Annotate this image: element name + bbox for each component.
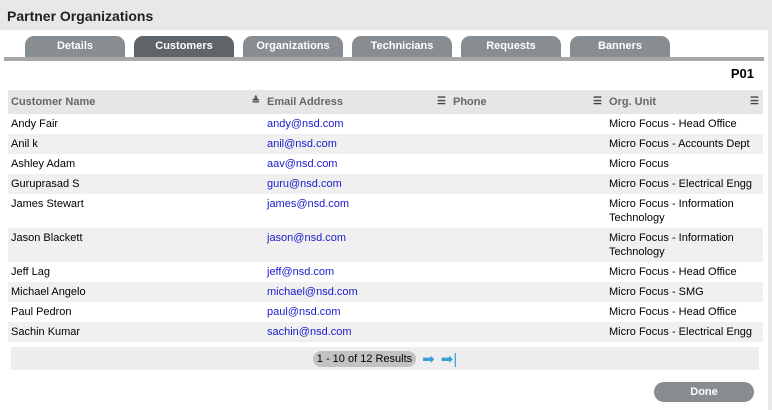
email-link[interactable]: guru@nsd.com <box>267 178 342 190</box>
results-summary: 1 - 10 of 12 Results <box>312 350 417 367</box>
org-unit: Micro Focus - Electrical Engg <box>606 322 763 342</box>
customer-name: Michael Angelo <box>8 282 264 302</box>
sort-asc-icon[interactable]: ≜ <box>252 96 260 107</box>
customer-name: Jeff Lag <box>11 266 50 278</box>
email-cell: james@nsd.com <box>264 194 450 228</box>
email-link[interactable]: sachin@nsd.com <box>267 326 352 338</box>
email-link[interactable]: paul@nsd.com <box>267 306 341 318</box>
customer-name: Guruprasad S <box>8 174 264 194</box>
email-cell: guru@nsd.com <box>264 174 450 194</box>
tab-bar: Details Customers Organizations Technici… <box>25 36 670 57</box>
email-link[interactable]: james@nsd.com <box>267 198 349 210</box>
page-title: Partner Organizations <box>0 0 768 30</box>
email-cell: anil@nsd.com <box>264 134 450 154</box>
tab-banners[interactable]: Banners <box>570 36 670 57</box>
phone <box>450 302 606 322</box>
table-row[interactable]: Paul Pedron paul@nsd.com Micro Focus - H… <box>8 302 763 322</box>
org-unit: Micro Focus - Information Technology <box>609 198 734 224</box>
phone <box>450 194 606 228</box>
email-link[interactable]: michael@nsd.com <box>267 286 358 298</box>
tab-organizations[interactable]: Organizations <box>243 36 343 57</box>
email-cell: jeff@nsd.com <box>264 262 450 282</box>
tab-divider <box>4 57 764 61</box>
customer-name: Sachin Kumar <box>8 322 264 342</box>
column-label: Customer Name <box>11 96 96 108</box>
phone <box>450 114 606 134</box>
email-cell: michael@nsd.com <box>264 282 450 302</box>
customer-name: Anil k <box>8 134 264 154</box>
phone <box>450 134 606 154</box>
email-cell: jason@nsd.com <box>264 228 450 262</box>
org-code: P01 <box>730 66 754 81</box>
table-row[interactable]: Guruprasad S guru@nsd.com Micro Focus - … <box>8 174 763 194</box>
table-row[interactable]: Michael Angelo michael@nsd.com Micro Foc… <box>8 282 763 302</box>
tab-technicians[interactable]: Technicians <box>352 36 452 57</box>
phone <box>450 154 606 174</box>
email-cell: paul@nsd.com <box>264 302 450 322</box>
org-unit: Micro Focus - Head Office <box>609 266 737 278</box>
sort-icon[interactable]: ☰ <box>437 96 446 107</box>
table-row[interactable]: Anil k anil@nsd.com Micro Focus - Accoun… <box>8 134 763 154</box>
email-link[interactable]: jason@nsd.com <box>267 232 346 244</box>
table-row[interactable]: Ashley Adam aav@nsd.com Micro Focus <box>8 154 763 174</box>
customer-name: James Stewart <box>11 198 84 210</box>
org-unit: Micro Focus - Accounts Dept <box>606 134 763 154</box>
column-header-phone[interactable]: Phone ☰ <box>450 90 606 114</box>
last-page-icon[interactable]: ➡| <box>441 350 457 368</box>
column-header-email[interactable]: Email Address ☰ <box>264 90 450 114</box>
column-header-org-unit[interactable]: Org. Unit ☰ <box>606 90 763 114</box>
sort-icon[interactable]: ☰ <box>593 96 602 107</box>
email-link[interactable]: anil@nsd.com <box>267 138 337 150</box>
tab-customers[interactable]: Customers <box>134 36 234 57</box>
column-header-name[interactable]: Customer Name ≜ <box>8 90 264 114</box>
customer-name: Jason Blackett <box>8 228 264 262</box>
org-unit: Micro Focus - Electrical Engg <box>606 174 763 194</box>
column-label: Phone <box>453 96 487 108</box>
table-row[interactable]: Andy Fair andy@nsd.com Micro Focus - Hea… <box>8 114 763 134</box>
customer-name: Andy Fair <box>11 118 59 130</box>
email-link[interactable]: jeff@nsd.com <box>267 266 334 278</box>
phone <box>450 282 606 302</box>
org-unit: Micro Focus - SMG <box>606 282 763 302</box>
table-row[interactable]: Jeff Lag jeff@nsd.com Micro Focus - Head… <box>8 262 763 282</box>
org-unit: Micro Focus - Information Technology <box>606 228 763 262</box>
customer-name: Paul Pedron <box>11 306 72 318</box>
pagination: 1 - 10 of 12 Results ➡ ➡| <box>11 347 759 370</box>
table-row[interactable]: James Stewart james@nsd.com Micro Focus … <box>8 194 763 228</box>
phone <box>450 174 606 194</box>
tab-details[interactable]: Details <box>25 36 125 57</box>
column-label: Email Address <box>267 96 344 108</box>
email-link[interactable]: andy@nsd.com <box>267 118 344 130</box>
column-label: Org. Unit <box>609 96 657 108</box>
sort-icon[interactable]: ☰ <box>750 96 759 107</box>
customers-table: Customer Name ≜ Email Address ☰ Phone ☰ Org… <box>8 90 763 342</box>
next-page-icon[interactable]: ➡ <box>422 350 435 368</box>
customer-name: Ashley Adam <box>11 158 76 170</box>
phone <box>450 262 606 282</box>
done-button[interactable]: Done <box>654 382 754 402</box>
table-row[interactable]: Jason Blackett jason@nsd.com Micro Focus… <box>8 228 763 262</box>
phone <box>450 228 606 262</box>
email-cell: andy@nsd.com <box>264 114 450 134</box>
email-cell: sachin@nsd.com <box>264 322 450 342</box>
org-unit: Micro Focus - Head Office <box>609 118 737 130</box>
tab-requests[interactable]: Requests <box>461 36 561 57</box>
phone <box>450 322 606 342</box>
org-unit: Micro Focus - Head Office <box>609 306 737 318</box>
email-link[interactable]: aav@nsd.com <box>267 158 337 170</box>
email-cell: aav@nsd.com <box>264 154 450 174</box>
table-row[interactable]: Sachin Kumar sachin@nsd.com Micro Focus … <box>8 322 763 342</box>
org-unit: Micro Focus <box>609 158 669 170</box>
